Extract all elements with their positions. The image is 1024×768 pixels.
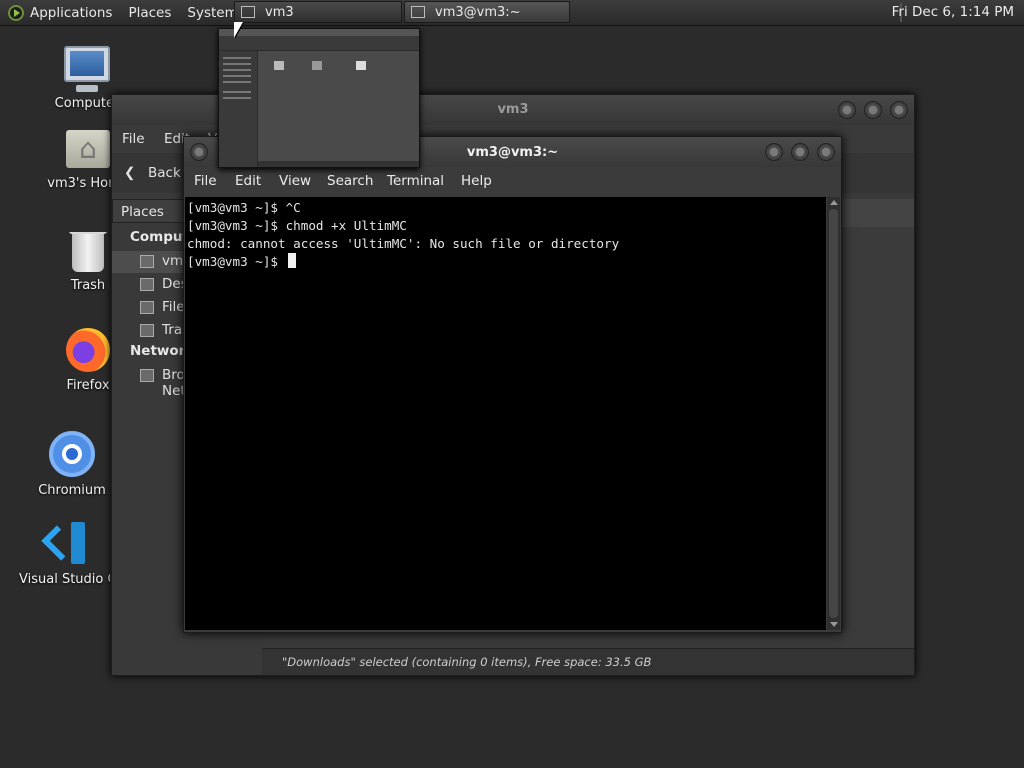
close-button[interactable] [890, 101, 908, 119]
home-folder-icon [66, 130, 110, 168]
folder-icon [312, 61, 322, 70]
back-label: Back [148, 165, 181, 181]
terminal-line: chmod: cannot access 'UltimMC': No such … [187, 236, 620, 251]
file-manager-icon [241, 6, 255, 18]
preview-line [223, 91, 251, 93]
preview-line [223, 63, 251, 65]
vscode-icon [43, 522, 85, 564]
clock[interactable]: Fri Dec 6, 1:14 PM [892, 4, 1014, 20]
menu-terminal[interactable]: Terminal [387, 173, 444, 189]
menu-view[interactable]: View [279, 173, 311, 189]
terminal-prompt-line: [vm3@vm3 ~]$ [187, 253, 296, 271]
maximize-button[interactable] [864, 101, 882, 119]
taskbar-item-file-manager[interactable]: vm3 [234, 1, 402, 23]
terminal-line: [vm3@vm3 ~]$ chmod +x UltimMC [187, 218, 407, 233]
distro-logo-icon [8, 4, 24, 21]
menu-edit[interactable]: Edit [235, 173, 261, 189]
maximize-button[interactable] [791, 143, 809, 161]
menu-search[interactable]: Search [327, 173, 373, 189]
scroll-down-icon[interactable] [830, 622, 838, 627]
terminal-line: [vm3@vm3 ~]$ ^C [187, 200, 301, 215]
column-header-band [842, 199, 914, 227]
places-dropdown-label: Places [121, 204, 164, 220]
status-text: "Downloads" selected (containing 0 items… [282, 655, 652, 669]
preview-status [258, 161, 419, 167]
back-button[interactable]: ❮ Back [124, 165, 181, 181]
computer-icon [64, 46, 110, 92]
status-bar: "Downloads" selected (containing 0 items… [262, 648, 914, 675]
preview-line [223, 57, 251, 59]
preview-toolbar [219, 36, 419, 51]
terminal-window[interactable]: vm3@vm3:~ File Edit View Search Terminal… [183, 136, 842, 633]
menu-bar: File Edit View Search Terminal Help [184, 167, 841, 195]
taskbar-item-label: vm3 [265, 4, 294, 20]
file-view[interactable] [842, 227, 914, 675]
taskbar-item-label: vm3@vm3:~ [435, 4, 521, 20]
drive-icon [140, 301, 154, 314]
back-arrow-icon: ❮ [124, 165, 136, 181]
chromium-icon [49, 431, 95, 477]
scroll-up-icon[interactable] [830, 200, 838, 205]
trash-icon [69, 232, 107, 272]
close-button[interactable] [817, 143, 835, 161]
window-preview-thumbnail[interactable] [218, 28, 420, 168]
menu-file[interactable]: File [194, 173, 217, 189]
terminal-scrollbar[interactable] [827, 197, 840, 630]
desktop-icon-label: Visual Studio Code [19, 572, 110, 587]
applications-menu[interactable]: Applications [0, 0, 120, 25]
mouse-pointer-icon [234, 22, 243, 38]
desktop-icon [140, 278, 154, 291]
minimize-button[interactable] [838, 101, 856, 119]
preview-line [223, 97, 251, 99]
places-menu[interactable]: Places [120, 0, 179, 25]
menu-help[interactable]: Help [461, 173, 492, 189]
folder-icon [274, 61, 284, 70]
taskbar-item-terminal[interactable]: vm3@vm3:~ [404, 1, 570, 23]
minimize-button[interactable] [765, 143, 783, 161]
terminal-prompt: [vm3@vm3 ~]$ [187, 254, 286, 269]
preview-line [223, 81, 251, 83]
desktop-icon-vscode[interactable]: Visual Studio Code [18, 522, 110, 587]
preview-line [223, 75, 251, 77]
terminal-output[interactable]: [vm3@vm3 ~]$ ^C [vm3@vm3 ~]$ chmod +x Ul… [185, 197, 826, 630]
text-cursor [287, 253, 296, 268]
applications-menu-label: Applications [30, 4, 113, 21]
scrollbar-thumb[interactable] [829, 209, 838, 618]
file-icon [356, 61, 366, 70]
preview-line [223, 69, 251, 71]
preview-file-area [258, 51, 419, 167]
preview-sidebar [219, 51, 258, 167]
preview-titlebar [219, 29, 419, 36]
firefox-icon [66, 328, 110, 372]
terminal-icon [411, 6, 425, 18]
home-folder-icon [140, 255, 154, 268]
menu-file[interactable]: File [122, 131, 145, 147]
trash-icon [140, 324, 154, 337]
network-icon [140, 369, 154, 382]
